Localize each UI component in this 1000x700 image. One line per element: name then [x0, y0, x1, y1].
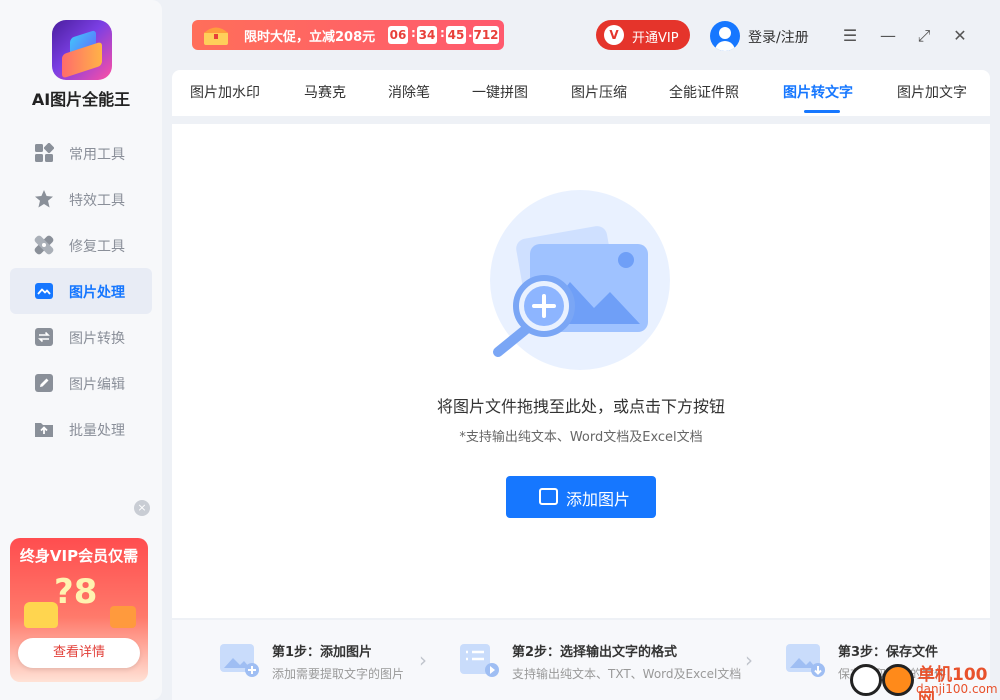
sidebar-item-repair-tools[interactable]: 修复工具: [10, 222, 152, 268]
vip-promo-card[interactable]: 终身VIP会员仅需 ?8 查看详情: [10, 538, 148, 682]
tool-tabs: 图片加水印 马赛克 消除笔 一键拼图 图片压缩 全能证件照 图片转文字 图片加文…: [172, 70, 990, 116]
treasure-chest-icon: [204, 27, 228, 45]
format-support-note: *支持输出纯文本、Word文档及Excel文档: [459, 430, 703, 445]
avatar[interactable]: [710, 21, 740, 51]
sale-text: 限时大促，立减208元: [244, 30, 376, 45]
grid-icon: [35, 143, 54, 162]
sidebar-item-label: 图片编辑: [69, 377, 125, 393]
step-1-title: 第1步：添加图片: [272, 645, 373, 660]
sale-banner[interactable]: 限时大促，立减208元 06 : 34 : 45 . 712: [192, 20, 504, 50]
tab-add-text[interactable]: 图片加文字: [897, 82, 967, 102]
sidebar-item-image-edit[interactable]: 图片编辑: [10, 360, 152, 406]
chevron-right-icon: ›: [745, 648, 753, 672]
close-icon[interactable]: ✕: [948, 24, 972, 48]
sidebar: AI图片全能王 常用工具 特效工具 修复工具 图片处理 图片转换 图片编辑 批量…: [0, 0, 162, 700]
sidebar-item-label: 图片处理: [69, 285, 125, 301]
site-watermark: 单机100网 danji100.com: [850, 658, 1000, 700]
menu-icon[interactable]: ☰: [838, 24, 862, 48]
sidebar-item-label: 特效工具: [69, 193, 125, 209]
tab-id-photo[interactable]: 全能证件照: [669, 82, 739, 102]
maximize-icon[interactable]: ⤢: [912, 24, 936, 48]
add-image-step-icon: [220, 644, 259, 677]
tab-eraser[interactable]: 消除笔: [388, 82, 430, 102]
convert-icon: [35, 328, 53, 346]
promo-close-button[interactable]: ×: [134, 500, 150, 516]
tab-mosaic[interactable]: 马赛克: [304, 82, 346, 102]
countdown-separator: :: [411, 26, 416, 40]
countdown-hours: 06: [388, 26, 408, 44]
upload-illustration: [490, 190, 670, 370]
gift-box-icon: [110, 606, 136, 628]
tab-watermark[interactable]: 图片加水印: [190, 82, 260, 102]
step-2-desc: 支持输出纯文本、TXT、Word及Excel文档: [512, 667, 742, 681]
edit-icon: [35, 374, 53, 392]
tab-collage[interactable]: 一键拼图: [472, 82, 528, 102]
sidebar-item-label: 批量处理: [69, 423, 125, 439]
save-step-icon: [786, 644, 825, 677]
format-step-icon: [460, 644, 499, 677]
sidebar-item-common-tools[interactable]: 常用工具: [10, 130, 152, 176]
bandage-icon: [34, 235, 54, 255]
step-1-desc: 添加需要提取文字的图片: [272, 667, 405, 681]
top-bar: 限时大促，立减208元 06 : 34 : 45 . 712 V 开通VIP 登…: [172, 8, 1000, 64]
promo-price: ?8: [54, 572, 98, 612]
open-vip-button[interactable]: V 开通VIP: [596, 20, 690, 50]
sidebar-item-image-convert[interactable]: 图片转换: [10, 314, 152, 360]
watermark-logo-icon: [882, 664, 914, 696]
image-icon: [35, 283, 53, 299]
gift-icon: [24, 602, 58, 628]
countdown-separator: .: [468, 26, 473, 40]
sidebar-item-effect-tools[interactable]: 特效工具: [10, 176, 152, 222]
active-tab-indicator: [804, 110, 840, 113]
countdown-minutes: 34: [417, 26, 437, 44]
drop-zone[interactable]: 将图片文件拖拽至此处，或点击下方按钮 *支持输出纯文本、Word文档及Excel…: [172, 124, 990, 618]
app-name: AI图片全能王: [31, 90, 131, 109]
add-image-button[interactable]: 添加图片: [506, 476, 656, 518]
tab-compress[interactable]: 图片压缩: [571, 82, 627, 102]
sidebar-item-label: 常用工具: [69, 147, 125, 163]
drop-hint: 将图片文件拖拽至此处，或点击下方按钮: [436, 397, 725, 416]
watermark-logo-icon: [850, 664, 882, 696]
vip-label: 开通VIP: [632, 31, 679, 46]
minimize-icon[interactable]: —: [876, 24, 900, 48]
upload-icon: [35, 423, 53, 437]
countdown-separator: :: [440, 26, 445, 40]
sidebar-item-label: 图片转换: [69, 331, 125, 347]
promo-title: 终身VIP会员仅需: [19, 547, 139, 565]
chevron-right-icon: ›: [419, 648, 427, 672]
vip-icon: V: [604, 25, 624, 45]
watermark-url: danji100.com: [916, 682, 998, 696]
login-register-link[interactable]: 登录/注册: [748, 27, 809, 47]
image-search-icon: [493, 226, 648, 357]
promo-details-button[interactable]: 查看详情: [18, 638, 140, 668]
sidebar-item-label: 修复工具: [69, 239, 125, 255]
tab-image-to-text[interactable]: 图片转文字: [783, 82, 853, 102]
step-2-title: 第2步：选择输出文字的格式: [512, 645, 678, 660]
star-icon: [35, 190, 53, 208]
sidebar-item-batch-processing[interactable]: 批量处理: [10, 406, 152, 452]
image-icon: [539, 488, 558, 505]
sidebar-item-image-processing[interactable]: 图片处理: [10, 268, 152, 314]
app-logo: [52, 20, 112, 80]
countdown-milliseconds: 712: [473, 26, 499, 44]
countdown-seconds: 45: [446, 26, 466, 44]
add-image-label: 添加图片: [566, 490, 631, 509]
